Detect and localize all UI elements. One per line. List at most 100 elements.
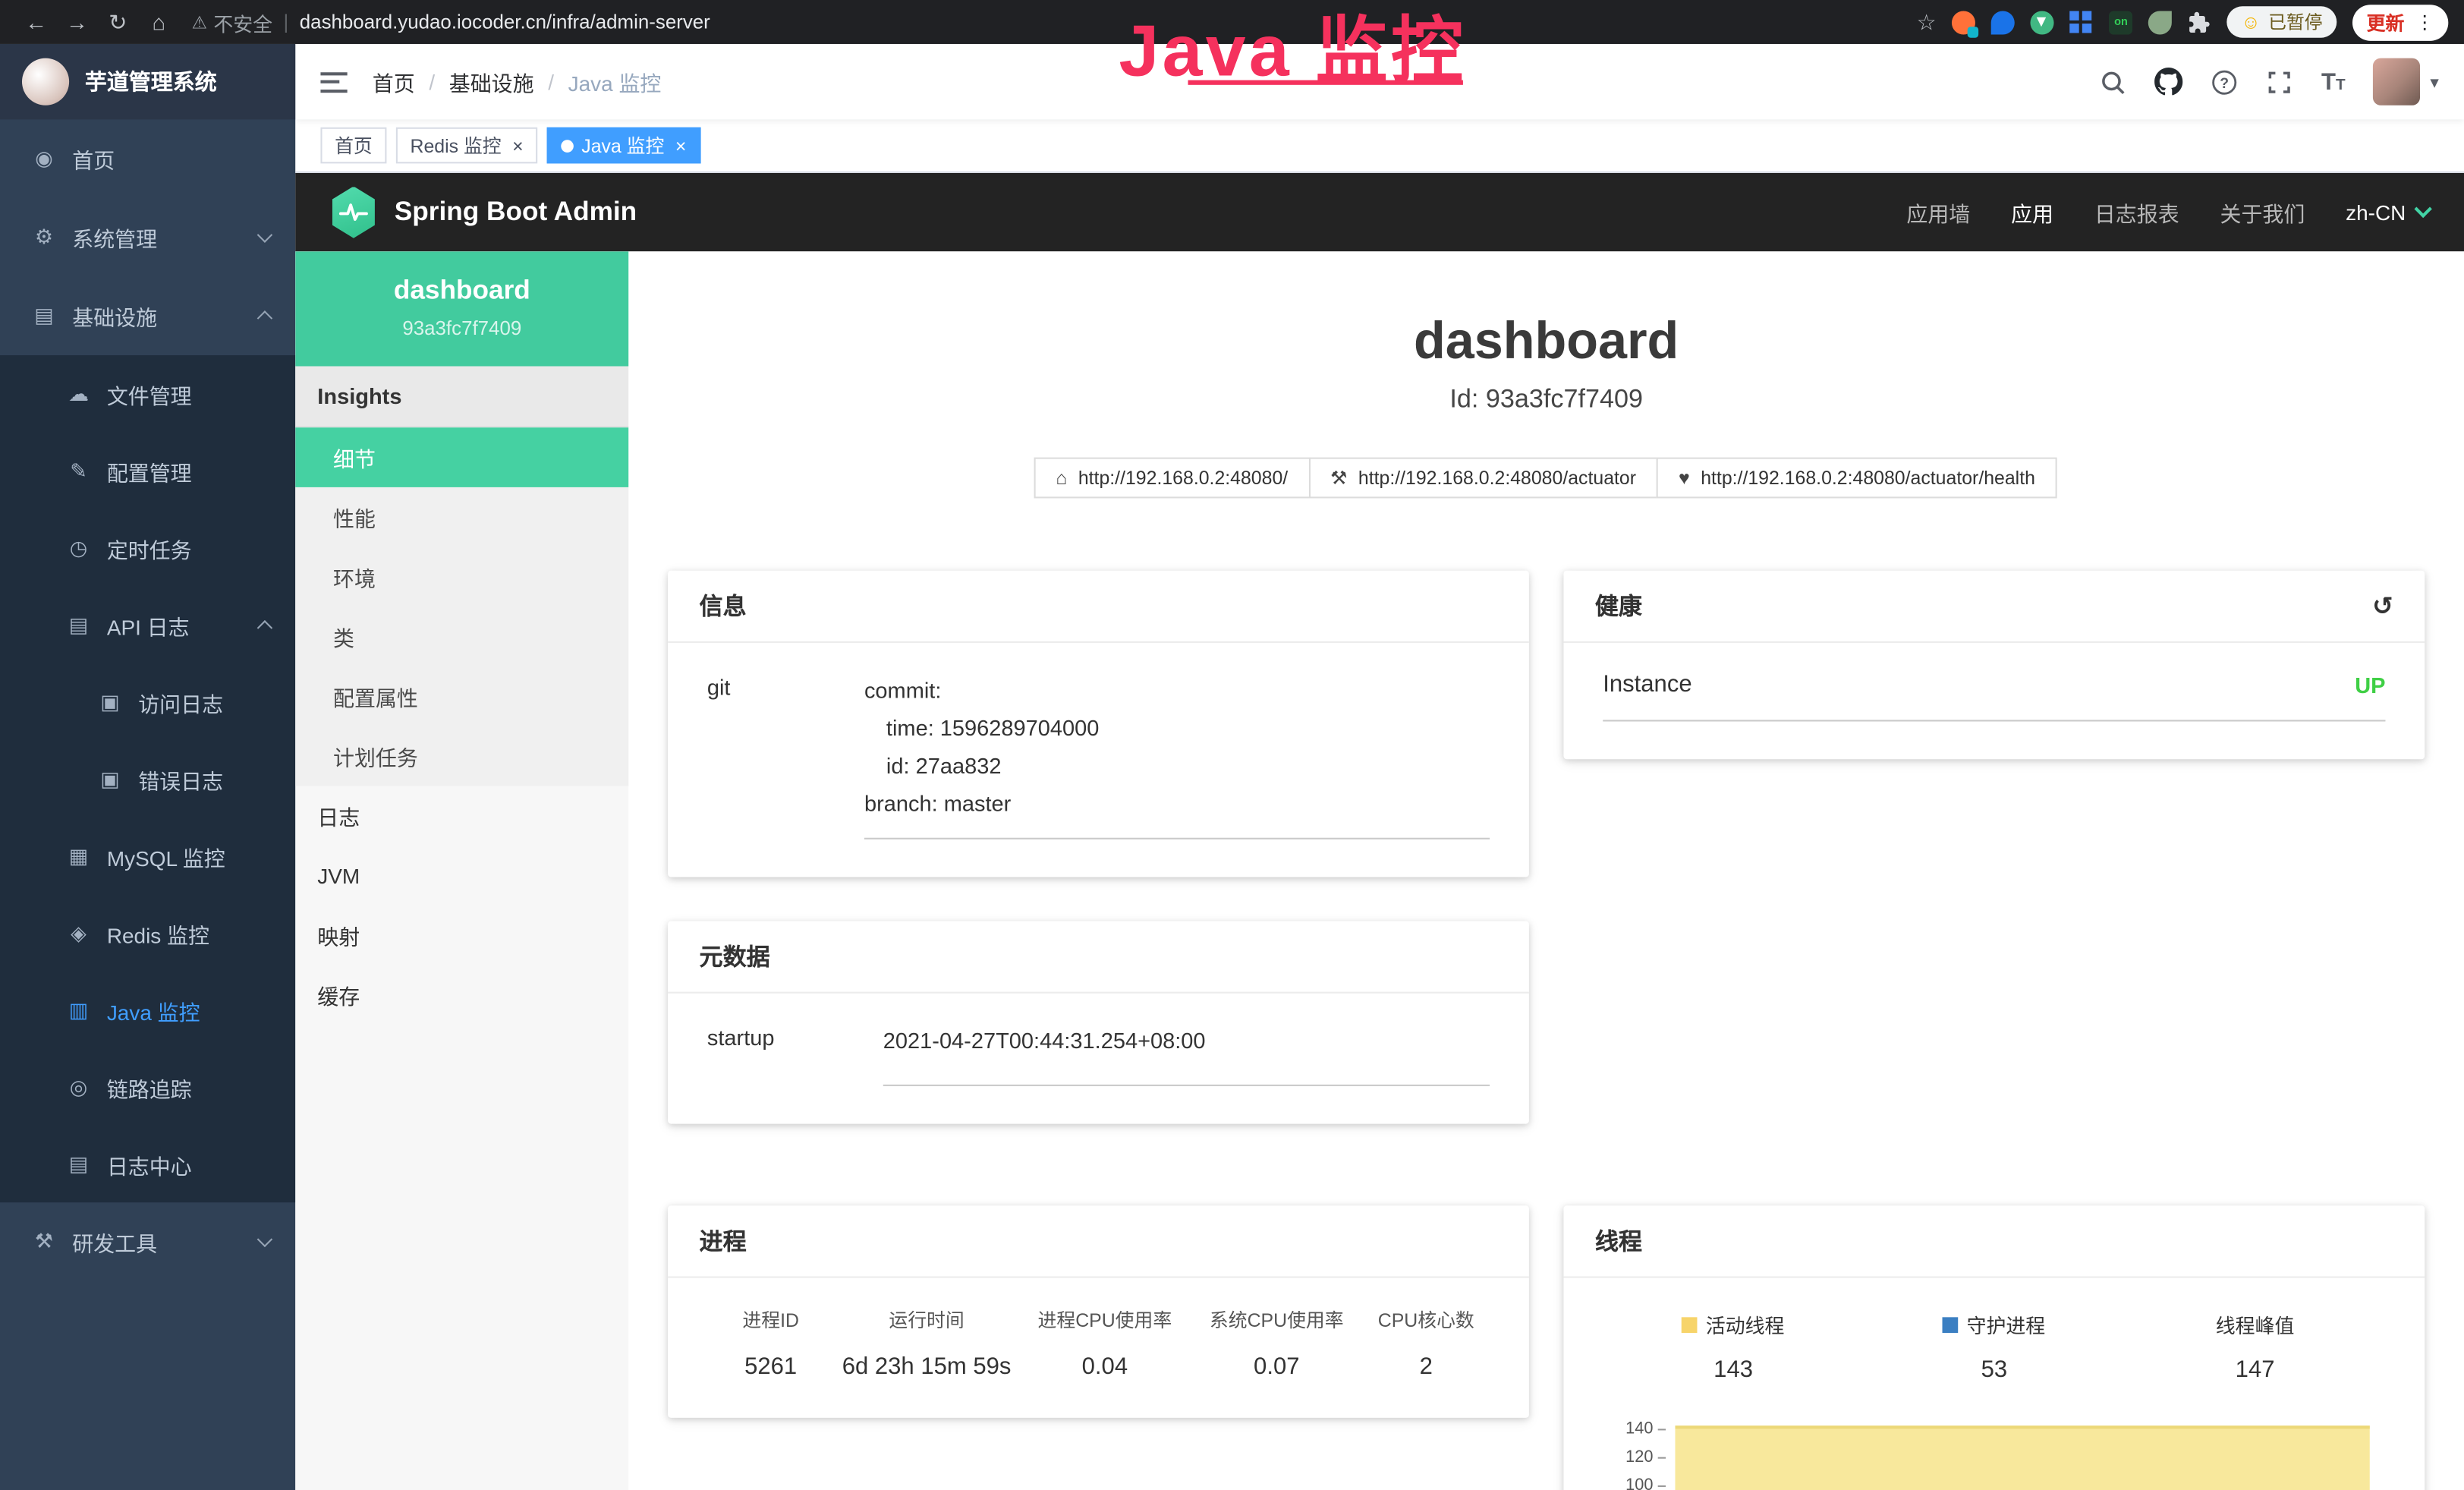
sba-menu-environment[interactable]: 环境 bbox=[295, 547, 628, 607]
locale-selector[interactable]: zh-CN bbox=[2346, 200, 2429, 224]
extension-vue-devtools-icon[interactable] bbox=[2031, 10, 2054, 33]
tag-home[interactable]: 首页 bbox=[320, 128, 386, 164]
sba-body: dashboard 93a3fc7f7409 Insights 细节 性能 环境… bbox=[295, 251, 2464, 1490]
process-col-value: 5261 bbox=[713, 1353, 828, 1380]
log-icon: ▤ bbox=[66, 1151, 91, 1177]
chevron-down-icon bbox=[257, 1232, 272, 1247]
instance-header[interactable]: dashboard 93a3fc7f7409 bbox=[295, 251, 628, 366]
github-icon[interactable] bbox=[2154, 68, 2182, 96]
breadcrumb-infrastructure[interactable]: 基础设施 bbox=[449, 66, 534, 97]
close-icon[interactable]: × bbox=[675, 134, 687, 156]
health-row-label: Instance bbox=[1603, 671, 1691, 698]
live-threads-swatch bbox=[1682, 1316, 1698, 1332]
metadata-row-label: startup bbox=[707, 1022, 883, 1086]
smiley-icon: ☺ bbox=[2241, 11, 2260, 33]
sidebar-item-access-log[interactable]: ▣ 访问日志 bbox=[0, 663, 295, 740]
sidebar-item-tracing[interactable]: ◎ 链路追踪 bbox=[0, 1048, 295, 1125]
sidebar-item-error-log[interactable]: ▣ 错误日志 bbox=[0, 740, 295, 817]
fullscreen-icon[interactable] bbox=[2266, 68, 2292, 95]
sba-menu-details[interactable]: 细节 bbox=[295, 427, 628, 487]
process-col-header: CPU核心数 bbox=[1369, 1306, 1484, 1333]
sidebar-item-system-mgmt[interactable]: ⚙ 系统管理 bbox=[0, 198, 295, 277]
sidebar-item-label: 研发工具 bbox=[72, 1226, 157, 1257]
paused-chip[interactable]: ☺ 已暂停 bbox=[2227, 6, 2337, 37]
legend-label: 线程峰值 bbox=[2216, 1309, 2295, 1339]
sba-nav-wallboard[interactable]: 应用墙 bbox=[1906, 197, 1970, 228]
sba-brand-name: Spring Boot Admin bbox=[395, 197, 637, 228]
sba-menu-jvm[interactable]: JVM bbox=[295, 846, 628, 906]
sidebar-item-scheduled-jobs[interactable]: ◷ 定时任务 bbox=[0, 509, 295, 586]
sba-menu-metrics[interactable]: 性能 bbox=[295, 487, 628, 547]
url-text[interactable]: dashboard.yudao.iocoder.cn/infra/admin-s… bbox=[300, 11, 710, 33]
sidebar-collapse-icon[interactable] bbox=[320, 71, 347, 92]
chart-y-axis: 140 120 100 bbox=[1603, 1415, 1666, 1490]
sba-nav-journal[interactable]: 日志报表 bbox=[2094, 197, 2179, 228]
bookmark-star-icon[interactable]: ☆ bbox=[1917, 8, 1937, 35]
extension-orange-icon[interactable] bbox=[1952, 10, 1975, 33]
user-menu[interactable]: ▾ bbox=[2374, 58, 2439, 106]
sidebar-item-label: Java 监控 bbox=[107, 994, 200, 1025]
sidebar-item-config-mgmt[interactable]: ✎ 配置管理 bbox=[0, 432, 295, 509]
sidebar-item-mysql-monitor[interactable]: ▦ MySQL 监控 bbox=[0, 817, 295, 894]
sba-menu-scheduled-tasks[interactable]: 计划任务 bbox=[295, 726, 628, 786]
log-icon: ▤ bbox=[66, 613, 91, 638]
legend-value: 53 bbox=[1864, 1356, 2125, 1383]
sidebar-item-api-log[interactable]: ▤ API 日志 bbox=[0, 586, 295, 663]
sidebar-item-infrastructure[interactable]: ▤ 基础设施 bbox=[0, 276, 295, 355]
history-icon[interactable]: ↺ bbox=[2372, 591, 2393, 622]
tag-java-monitor[interactable]: Java 监控 × bbox=[547, 128, 700, 164]
sidebar-item-java-monitor[interactable]: ▥ Java 监控 bbox=[0, 972, 295, 1048]
link-url: http://192.168.0.2:48080/actuator/health bbox=[1701, 467, 2035, 489]
extensions-puzzle-icon[interactable] bbox=[2188, 10, 2211, 33]
font-size-icon[interactable]: TT bbox=[2321, 68, 2346, 95]
sba-menu-config-props[interactable]: 配置属性 bbox=[295, 666, 628, 726]
browser-reload-button[interactable]: ↻ bbox=[97, 8, 138, 35]
sba-brand[interactable]: Spring Boot Admin bbox=[330, 186, 637, 238]
sba-menu-mappings[interactable]: 映射 bbox=[295, 906, 628, 966]
address-bar[interactable]: ⚠ 不安全 | dashboard.yudao.iocoder.cn/infra… bbox=[192, 7, 1917, 36]
instance-home-link[interactable]: ⌂ http://192.168.0.2:48080/ bbox=[1034, 458, 1310, 499]
sba-menu-classes[interactable]: 类 bbox=[295, 606, 628, 666]
close-icon[interactable]: × bbox=[512, 134, 524, 156]
health-link[interactable]: ♥ http://192.168.0.2:48080/actuator/heal… bbox=[1657, 458, 2057, 499]
browser-menu-icon[interactable]: ⋮ bbox=[2415, 11, 2434, 33]
breadcrumb: 首页 / 基础设施 / Java 监控 bbox=[373, 66, 662, 97]
sidebar-item-dev-tools[interactable]: ⚒ 研发工具 bbox=[0, 1202, 295, 1281]
extension-leaf-icon[interactable] bbox=[2148, 10, 2172, 33]
browser-update-button[interactable]: 更新 ⋮ bbox=[2352, 4, 2448, 40]
sba-menu-logs[interactable]: 日志 bbox=[295, 786, 628, 846]
tag-label: 首页 bbox=[335, 132, 373, 159]
security-warning-icon: ⚠ bbox=[192, 12, 207, 33]
home-icon: ⌂ bbox=[1056, 467, 1067, 489]
security-label[interactable]: 不安全 bbox=[213, 7, 272, 36]
extension-switch-on-icon[interactable]: on bbox=[2109, 10, 2132, 33]
sidebar-item-file-mgmt[interactable]: ☁ 文件管理 bbox=[0, 355, 295, 432]
breadcrumb-home[interactable]: 首页 bbox=[373, 66, 415, 97]
actuator-link[interactable]: ⚒ http://192.168.0.2:48080/actuator bbox=[1308, 458, 1658, 499]
tag-redis-monitor[interactable]: Redis 监控 × bbox=[396, 128, 537, 164]
browser-forward-button[interactable]: → bbox=[57, 9, 98, 34]
extension-drop-icon[interactable] bbox=[1991, 10, 2015, 33]
extension-grid-icon[interactable] bbox=[2070, 10, 2094, 33]
browser-back-button[interactable]: ← bbox=[16, 9, 57, 34]
sidebar-item-home[interactable]: ◉ 首页 bbox=[0, 119, 295, 198]
trace-icon: ◎ bbox=[66, 1074, 91, 1099]
tag-label: Redis 监控 bbox=[411, 132, 502, 159]
help-icon[interactable]: ? bbox=[2211, 68, 2238, 95]
search-icon[interactable] bbox=[2100, 68, 2126, 95]
cloud-icon: ☁ bbox=[66, 381, 91, 406]
sidebar-item-log-center[interactable]: ▤ 日志中心 bbox=[0, 1126, 295, 1202]
process-col-header: 进程CPU使用率 bbox=[1025, 1306, 1185, 1333]
chevron-up-icon bbox=[257, 310, 272, 326]
sba-menu-caches[interactable]: 缓存 bbox=[295, 965, 628, 1025]
document-icon: ▣ bbox=[97, 689, 122, 714]
sidebar-item-redis-monitor[interactable]: ◈ Redis 监控 bbox=[0, 894, 295, 971]
browser-home-button[interactable]: ⌂ bbox=[138, 9, 179, 34]
tools-icon: ⚒ bbox=[31, 1229, 56, 1254]
health-card-title: 健康 bbox=[1595, 590, 1642, 622]
gear-icon: ⚙ bbox=[31, 225, 56, 250]
sba-nav-links: 应用墙 应用 日志报表 关于我们 zh-CN bbox=[1906, 197, 2429, 228]
sba-nav-about[interactable]: 关于我们 bbox=[2220, 197, 2305, 228]
avatar[interactable] bbox=[2374, 58, 2421, 106]
sba-nav-applications[interactable]: 应用 bbox=[2011, 197, 2053, 228]
